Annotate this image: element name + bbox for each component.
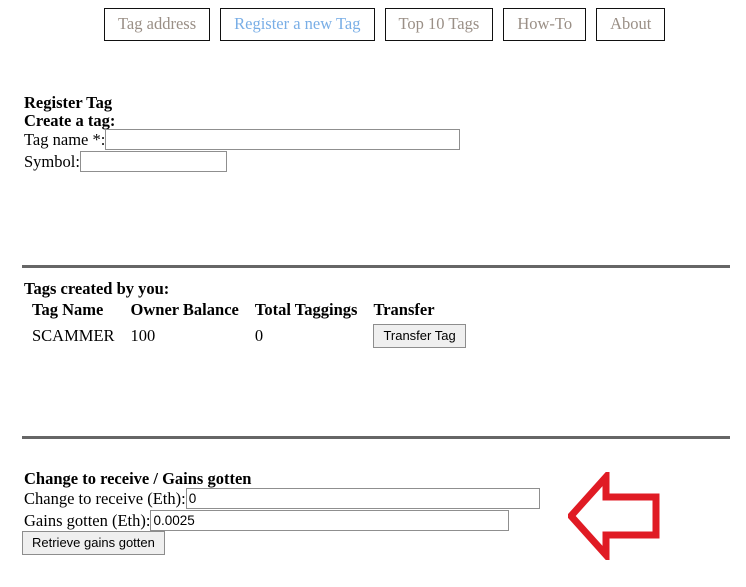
cell-tag-name: SCAMMER	[32, 326, 115, 345]
nav-tab-register-a-new-tag[interactable]: Register a new Tag	[220, 8, 375, 41]
retrieve-gains-gotten-button[interactable]: Retrieve gains gotten	[22, 531, 165, 555]
tag-name-label: Tag name *:	[24, 130, 106, 149]
symbol-row: Symbol:	[24, 151, 227, 172]
nav-tab-how-to[interactable]: How-To	[503, 8, 587, 41]
section-divider-bottom	[22, 436, 730, 439]
change-to-receive-input[interactable]	[185, 488, 540, 509]
table-row: SCAMMER 100 0 Transfer Tag	[24, 324, 474, 348]
arrow-left-icon	[568, 472, 660, 560]
nav-tab-top-10-tags[interactable]: Top 10 Tags	[384, 8, 494, 41]
section-divider-top	[22, 265, 730, 268]
column-header-transfer: Transfer	[373, 300, 435, 319]
gains-section-heading: Change to receive / Gains gotten	[24, 469, 252, 488]
create-a-tag-subtitle: Create a tag:	[24, 111, 116, 130]
change-to-receive-label: Change to receive (Eth):	[24, 489, 186, 508]
register-tag-title: Register Tag	[24, 93, 113, 112]
tags-created-table: Tag Name Owner Balance Total Taggings Tr…	[24, 300, 474, 348]
main-navigation: Tag address Register a new Tag Top 10 Ta…	[104, 8, 666, 41]
tag-name-input[interactable]	[105, 129, 461, 150]
gains-gotten-label: Gains gotten (Eth):	[24, 511, 151, 530]
tags-created-heading: Tags created by you:	[24, 279, 170, 298]
symbol-label: Symbol:	[24, 152, 80, 171]
nav-tab-tag-address[interactable]: Tag address	[104, 8, 211, 41]
transfer-tag-button[interactable]: Transfer Tag	[373, 324, 466, 348]
gains-gotten-input[interactable]	[150, 510, 510, 531]
column-header-tag-name: Tag Name	[32, 300, 104, 319]
tag-name-row: Tag name *:	[24, 129, 461, 150]
cell-owner-balance: 100	[130, 326, 156, 345]
cell-total-taggings: 0	[254, 326, 264, 345]
table-header-row: Tag Name Owner Balance Total Taggings Tr…	[24, 300, 474, 324]
column-header-total-taggings: Total Taggings	[254, 300, 358, 319]
cell-transfer: Transfer Tag	[365, 324, 473, 348]
change-to-receive-row: Change to receive (Eth):	[24, 488, 540, 509]
symbol-input[interactable]	[79, 151, 227, 172]
gains-gotten-row: Gains gotten (Eth):	[24, 510, 510, 531]
nav-tab-about[interactable]: About	[596, 8, 666, 41]
column-header-owner-balance: Owner Balance	[130, 300, 239, 319]
